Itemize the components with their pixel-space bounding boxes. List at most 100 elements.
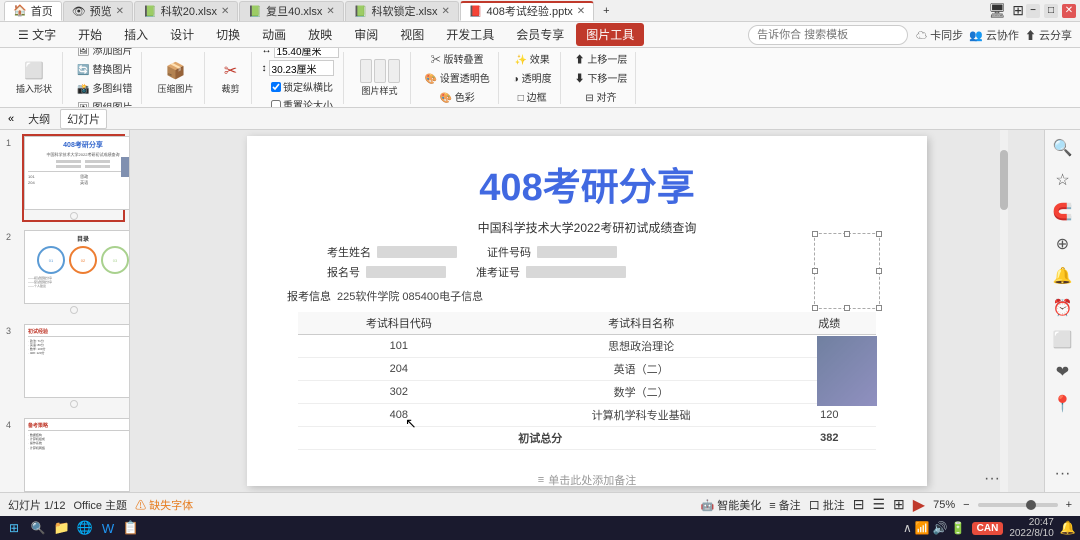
tab-home[interactable]: 🏠 首页 [4, 1, 62, 21]
insert-shape-button[interactable]: ⬜ 插入形状 [10, 59, 58, 97]
transparent-btn[interactable]: 🎨 设置透明色 [421, 69, 494, 86]
outline-tab[interactable]: 大纲 [22, 110, 56, 128]
cutout-button[interactable]: ✂ 裁剪 [215, 59, 247, 97]
bring-front-btn[interactable]: ⬆ 上移一层 [571, 50, 632, 67]
ribbon-tab-slideshow[interactable]: 放映 [298, 23, 342, 46]
right-icon-square[interactable]: ⬜ [1049, 326, 1077, 354]
ribbon-tab-view[interactable]: 视图 [390, 23, 434, 46]
multi-image-button[interactable]: 📸 多图纠错 [73, 79, 136, 96]
tab-preview-close[interactable]: ✕ [116, 6, 124, 17]
ribbon-tab-animation[interactable]: 动画 [252, 23, 296, 46]
comment-btn[interactable]: 口 批注 [809, 497, 845, 513]
more-options-canvas[interactable]: ··· [984, 470, 1000, 488]
col-code: 考试科目代码 [298, 312, 500, 335]
right-icon-bell[interactable]: 🔔 [1049, 262, 1077, 290]
right-icon-heart[interactable]: ❤ [1049, 358, 1077, 386]
replace-image-button[interactable]: 🔄 替换图片 [73, 60, 136, 77]
search-input[interactable] [748, 25, 908, 45]
slides-tab[interactable]: 幻灯片 [60, 109, 107, 129]
right-icon-star[interactable]: ☆ [1049, 166, 1077, 194]
tab-pptx[interactable]: 📕 408考试经验.pptx ✕ [460, 1, 594, 21]
ribbon-tab-member[interactable]: 会员专享 [506, 23, 574, 46]
effect-btn[interactable]: ✨ 效果 [511, 50, 554, 67]
view-slide-btn[interactable]: ▶ [913, 495, 925, 515]
tab-preview[interactable]: 👁 预览 ✕ [63, 1, 133, 21]
start-button[interactable]: ⊞ [4, 518, 24, 538]
ribbon-tab-transition[interactable]: 切换 [206, 23, 250, 46]
maximize-button[interactable]: □ [1044, 4, 1058, 18]
sync-btn[interactable]: ☁ 卡同步 [916, 27, 963, 43]
tab-pptx-close[interactable]: ✕ [577, 6, 585, 17]
tray-up-icon[interactable]: ∧ [903, 521, 912, 535]
tab-file2[interactable]: 📗 复旦40.xlsx ✕ [239, 1, 343, 21]
collab-btn[interactable]: 👥 云协作 [969, 27, 1019, 43]
align-btn[interactable]: ⊟ 对齐 [581, 88, 620, 105]
windows-logo: ⊞ [9, 521, 19, 535]
border-btn[interactable]: □ 边框 [514, 88, 551, 105]
tab-file1-close[interactable]: ✕ [221, 6, 229, 17]
ribbon-tab-review[interactable]: 审阅 [344, 23, 388, 46]
transparency-btn[interactable]: ◑ 透明度 [509, 69, 556, 86]
taskbar-word-icon[interactable]: W [98, 518, 118, 538]
tab-file3[interactable]: 📗 科软锁定.xlsx ✕ [345, 1, 459, 21]
reset-size-btn[interactable]: 重置论大小 [267, 96, 337, 108]
tab-file2-close[interactable]: ✕ [326, 6, 334, 17]
taskbar-file-icon[interactable]: 📁 [52, 518, 72, 538]
right-icon-more[interactable]: ··· [1049, 460, 1077, 488]
slide-thumb-4[interactable]: 4 备考策略 · 数据结构 · 计算机组成 · 操作系统 · 计算机网络 [22, 416, 125, 492]
reset-size-checkbox[interactable] [271, 100, 281, 109]
zoom-minus-btn[interactable]: − [963, 499, 969, 511]
share-btn[interactable]: ⬆ 云分享 [1025, 27, 1072, 43]
view-normal-btn[interactable]: ⊟ [853, 496, 865, 513]
network-icon[interactable]: 📶 [915, 521, 930, 535]
close-button[interactable]: ✕ [1062, 4, 1076, 18]
height-input[interactable] [269, 60, 334, 76]
ribbon-tab-insert[interactable]: 插入 [114, 23, 158, 46]
score-row-3: 302 数学（二） 109 [298, 381, 876, 404]
volume-icon[interactable]: 🔊 [933, 521, 948, 535]
picture-style-button[interactable]: 图片样式 [354, 57, 406, 99]
collapse-panel-btn[interactable]: « [8, 113, 14, 125]
taskbar-app-icon[interactable]: 📋 [121, 518, 141, 538]
lock-ratio-checkbox[interactable] [271, 82, 281, 92]
scrollbar-thumb[interactable] [1000, 150, 1008, 210]
tab-file3-close[interactable]: ✕ [441, 6, 449, 17]
right-icon-search[interactable]: 🔍 [1049, 134, 1077, 162]
tab-add[interactable]: + [595, 1, 617, 21]
right-icon-clock[interactable]: ⊕ [1049, 230, 1077, 258]
slide-thumb-2[interactable]: 2 目录 01 02 03 ——初试经验分享 ——复试经验分享 ——个人建议 [22, 228, 125, 316]
right-icon-timer[interactable]: ⏰ [1049, 294, 1077, 322]
crop-btn[interactable]: ✂ 版转叠置 [427, 50, 488, 67]
zoom-plus-btn[interactable]: + [1066, 499, 1072, 511]
notification-icon[interactable]: 🔔 [1060, 520, 1076, 536]
zoom-slider[interactable] [978, 503, 1058, 507]
ribbon-tab-picture[interactable]: 图片工具 [576, 23, 644, 46]
ribbon-tab-file[interactable]: ☰ 文字 [8, 23, 66, 46]
ribbon-tab-developer[interactable]: 开发工具 [436, 23, 504, 46]
zoom-thumb[interactable] [1026, 500, 1036, 510]
taskbar-search-button[interactable]: 🔍 [28, 520, 48, 536]
ribbon-tab-design[interactable]: 设计 [160, 23, 204, 46]
taskbar-clock[interactable]: 20:47 2022/8/10 [1009, 517, 1054, 539]
ai-beautify-btn[interactable]: 🤖 智能美化 [700, 497, 761, 513]
notes-btn[interactable]: ≡ 备注 [769, 497, 800, 513]
right-icon-pin[interactable]: 📍 [1049, 390, 1077, 418]
taskbar-browser-icon[interactable]: 🌐 [75, 518, 95, 538]
add-image-button[interactable]: 🖼 添加图片 [73, 48, 136, 58]
view-outline-btn[interactable]: ☰ [872, 496, 885, 513]
ribbon-tab-start[interactable]: 开始 [68, 23, 112, 46]
vertical-scrollbar[interactable] [1000, 130, 1008, 492]
right-icon-magnet[interactable]: 🧲 [1049, 198, 1077, 226]
lock-ratio-btn[interactable]: 锁定纵横比 [267, 78, 337, 95]
image-group-button[interactable]: 🖼 图组图片 [73, 98, 136, 109]
view-grid-btn[interactable]: ⊞ [893, 496, 905, 513]
minimize-button[interactable]: − [1026, 4, 1040, 18]
tab-file1[interactable]: 📗 科软20.xlsx ✕ [134, 1, 238, 21]
color-btn[interactable]: 🎨 色彩 [436, 88, 479, 105]
compress-image-button[interactable]: 📦 压缩图片 [152, 59, 200, 97]
slide-thumb-1[interactable]: 1 408考研分享 中国科学技术大学2022考研初试成绩查询 [22, 134, 125, 222]
slide-thumb-3[interactable]: 3 初试经验 · 政治: 71分 · 英语: 80分 · 数学: 109分 · … [22, 322, 125, 410]
send-back-btn[interactable]: ⬇ 下移一层 [571, 69, 632, 86]
battery-icon[interactable]: 🔋 [951, 521, 966, 535]
width-input[interactable] [274, 48, 339, 58]
